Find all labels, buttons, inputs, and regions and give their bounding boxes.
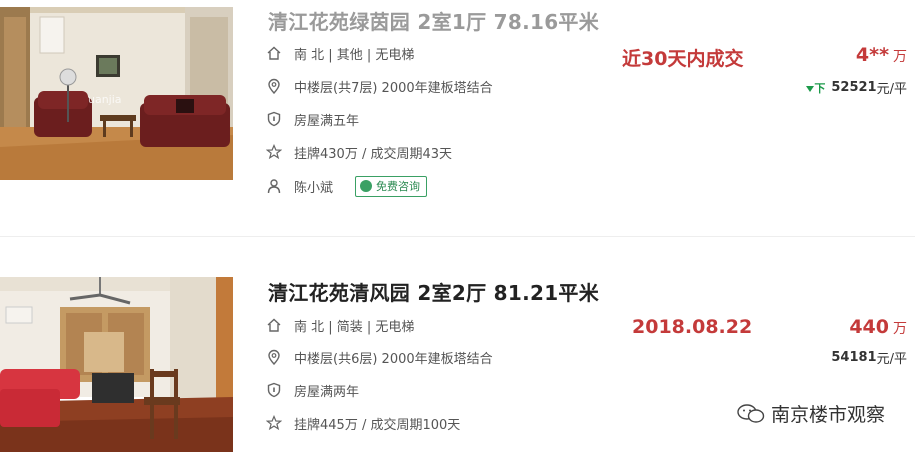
floor-text: 中楼层(共7层) 2000年建板塔结合 [294, 80, 493, 96]
price-value: 440 [849, 316, 889, 338]
chat-bubble-icon [360, 180, 373, 192]
unit-price-value: 54181 [831, 350, 877, 365]
price-value: 4** [855, 44, 889, 66]
arrow-down-icon [806, 85, 815, 92]
orientation-row: 南 北 | 其他 | 无电梯 [266, 42, 414, 64]
price-unit: 万 [893, 49, 907, 65]
listing-photo[interactable] [0, 277, 233, 452]
price-down-badge: 下 [806, 80, 825, 96]
living-room-photo [0, 277, 233, 452]
listing-info-row: 挂牌430万 / 成交周期43天 [266, 141, 452, 163]
unit-price-value: 52521 [831, 80, 877, 95]
listing-title[interactable]: 清江花苑绿茵园 2室1厅 78.16平米 [268, 6, 599, 35]
floor-row: 中楼层(共7层) 2000年建板塔结合 [266, 75, 493, 97]
agent-row: 陈小斌 免费咨询 [266, 175, 428, 197]
orientation-text: 南 北 | 简装 | 无电梯 [294, 319, 415, 335]
unit-price-unit: 元/平 [876, 82, 907, 97]
listing-photo[interactable]: uanjia [0, 7, 233, 180]
house-icon [266, 45, 282, 61]
shield-icon [266, 111, 282, 127]
listing-info-row: 挂牌445万 / 成交周期100天 [266, 412, 460, 434]
photo-watermark: uanjia [88, 93, 122, 106]
listing-card: uanjia 清江花苑绿茵园 2室1厅 78.16平米 近30天内成交 4** 万… [0, 0, 915, 218]
unit-price: 54181 元/平 [831, 348, 907, 367]
listing-divider [0, 236, 915, 237]
tax-text: 房屋满两年 [294, 384, 360, 400]
unit-price: 下 52521 元/平 [806, 78, 907, 97]
person-icon [266, 178, 282, 194]
deal-date: 近30天内成交 [622, 48, 744, 70]
star-icon [266, 415, 282, 431]
deal-date: 2018.08.22 [632, 316, 753, 338]
tax-row: 房屋满两年 [266, 379, 359, 401]
watermark-text: 南京楼市观察 [770, 404, 885, 426]
deal-price: 440 万 [849, 316, 907, 338]
free-consult-button[interactable]: 免费咨询 [355, 175, 428, 197]
tax-text: 房屋满五年 [294, 113, 360, 129]
location-pin-icon [266, 78, 282, 94]
listing-info-text: 挂牌430万 / 成交周期43天 [294, 146, 452, 162]
floor-text: 中楼层(共6层) 2000年建板塔结合 [294, 351, 493, 367]
house-icon [266, 317, 282, 333]
star-icon [266, 144, 282, 160]
shield-icon [266, 382, 282, 398]
location-pin-icon [266, 349, 282, 365]
floor-row: 中楼层(共6层) 2000年建板塔结合 [266, 346, 493, 368]
orientation-row: 南 北 | 简装 | 无电梯 [266, 314, 414, 336]
living-room-photo: uanjia [0, 7, 233, 180]
listing-title[interactable]: 清江花苑清风园 2室2厅 81.21平米 [268, 277, 599, 306]
price-unit: 万 [893, 321, 907, 337]
account-watermark: 南京楼市观察 [737, 400, 885, 427]
orientation-text: 南 北 | 其他 | 无电梯 [294, 47, 415, 63]
consult-label: 免费咨询 [376, 180, 421, 193]
deal-price: 4** 万 [856, 44, 907, 66]
wechat-icon [737, 403, 765, 423]
listing-info-text: 挂牌445万 / 成交周期100天 [294, 417, 461, 433]
unit-price-unit: 元/平 [876, 352, 907, 367]
agent-name[interactable]: 陈小斌 [294, 177, 333, 196]
tax-row: 房屋满五年 [266, 108, 359, 130]
